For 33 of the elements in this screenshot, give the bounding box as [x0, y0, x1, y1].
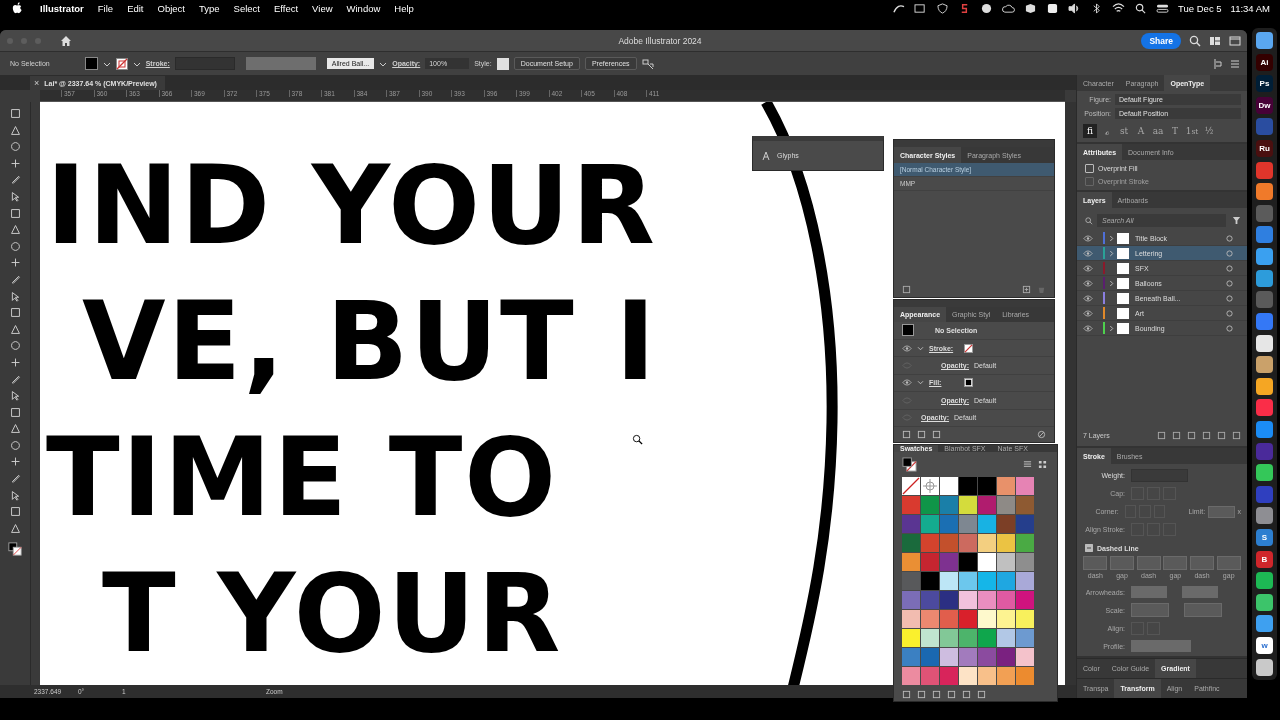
lettering-text: IND YOUR [45, 142, 657, 270]
menu-bar-time[interactable]: 11:34 AM [1230, 2, 1270, 14]
app-menu[interactable]: Illustrator [40, 2, 84, 14]
opentype-button[interactable]: st [1117, 124, 1131, 138]
menu-item[interactable]: Window [346, 2, 381, 14]
menu-item[interactable]: View [312, 2, 333, 14]
menu-item[interactable]: Help [394, 2, 414, 14]
share-button[interactable]: Share [1141, 32, 1181, 49]
dock-app-icon[interactable]: S [1256, 529, 1273, 546]
dock-app-icon[interactable]: Ps [1256, 75, 1273, 93]
opentype-button[interactable]: A [1134, 124, 1148, 138]
opentype-button[interactable]: ﬁ [1083, 124, 1097, 138]
lettering-text: TIME TO [45, 414, 559, 542]
lettering-text: T YOUR [101, 550, 563, 678]
dock-app-icon[interactable]: B [1256, 550, 1273, 568]
opentype-button[interactable]: aa [1151, 124, 1165, 138]
menu-item[interactable]: Object [157, 2, 185, 14]
menu-bar-date[interactable]: Tue Dec 5 [1178, 2, 1222, 14]
menu-item[interactable]: Effect [274, 2, 299, 14]
dock-app-icon[interactable]: Dw [1256, 96, 1273, 114]
menu-item[interactable]: Edit [127, 2, 144, 14]
close-button[interactable]: × [34, 78, 40, 88]
menu-item[interactable]: Select [233, 2, 260, 14]
window-title: Adobe Illustrator 2024 [617, 35, 703, 46]
opentype-button[interactable]: T [1168, 124, 1182, 138]
opentype-button[interactable]: ℴ [1100, 124, 1114, 138]
lettering-text: VE, BUT I [81, 278, 658, 406]
dock-app-icon[interactable]: w [1256, 637, 1273, 655]
dock-app-icon[interactable]: Ru [1256, 140, 1273, 158]
dock-app-icon[interactable]: Ai [1256, 53, 1273, 71]
menu-item[interactable]: Type [198, 2, 220, 14]
opentype-button[interactable]: ½ [1202, 124, 1216, 138]
menu-item[interactable]: File [97, 2, 114, 14]
